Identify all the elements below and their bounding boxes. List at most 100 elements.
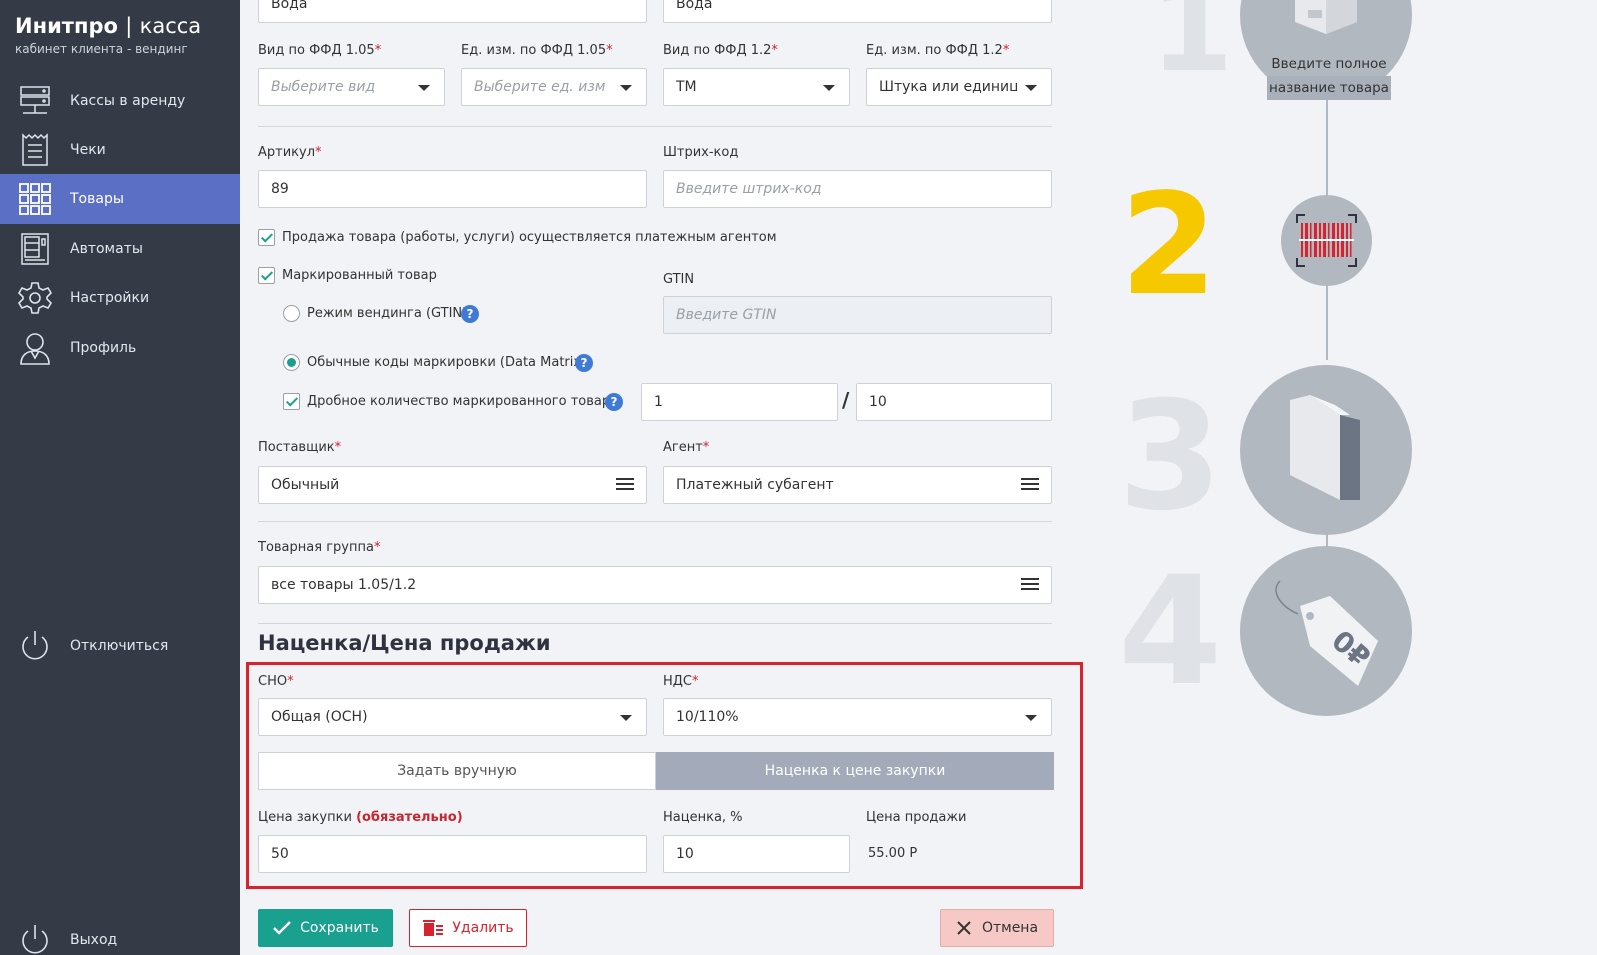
input-value: 89	[271, 181, 289, 197]
list-icon[interactable]	[1021, 478, 1039, 492]
product-full-name-input[interactable]: Вода	[663, 0, 1052, 23]
mode-manual-tab[interactable]: Задать вручную	[258, 752, 656, 790]
ffd12-unit-select[interactable]: Штука или единица	[866, 68, 1052, 106]
step-1-line-2: название товара	[1267, 76, 1391, 100]
product-name-input[interactable]: Вода	[258, 0, 647, 23]
help-icon[interactable]: ?	[461, 305, 479, 323]
sidebar-item-products[interactable]: Товары	[0, 174, 240, 224]
ffd105-unit-label: Ед. изм. по ФФД 1.05*	[461, 43, 613, 58]
picker-value: все товары 1.05/1.2	[271, 577, 417, 593]
check-icon	[273, 921, 292, 935]
divider	[258, 623, 1052, 624]
datamatrix-mode-label: Обычные коды маркировки (Data Matrix)	[307, 355, 587, 370]
brand-subtitle: кабинет клиента - вендинг	[15, 42, 188, 56]
sidebar: Инитпро | касса кабинет клиента - вендин…	[0, 0, 240, 955]
cancel-label: Отмена	[981, 920, 1039, 936]
fraction-denominator-input[interactable]: 10	[856, 383, 1052, 421]
help-icon[interactable]: ?	[605, 393, 623, 411]
ffd12-type-select[interactable]: ТМ	[663, 68, 850, 106]
save-label: Сохранить	[300, 920, 379, 936]
step-connector	[1326, 100, 1328, 200]
supplier-label: Поставщик*	[258, 440, 342, 455]
step-3-circle	[1240, 365, 1412, 535]
product-group-label: Товарная группа*	[258, 540, 381, 555]
list-icon[interactable]	[616, 478, 634, 492]
chevron-down-icon	[620, 715, 632, 721]
save-button[interactable]: Сохранить	[258, 909, 393, 947]
delete-button[interactable]: Удалить	[409, 909, 527, 947]
datamatrix-mode-radio[interactable]	[283, 354, 300, 371]
step-1-line-1: Введите полное	[1271, 56, 1387, 72]
fraction-numerator-input[interactable]: 1	[641, 383, 838, 421]
divider	[258, 126, 1052, 127]
power-icon	[16, 921, 54, 955]
sale-price-label: Цена продажи	[866, 810, 967, 825]
sno-label: СНО*	[258, 674, 294, 689]
barcode-input[interactable]: Введите штрих-код	[663, 170, 1052, 208]
folder-icon	[1290, 395, 1360, 500]
ffd105-unit-select[interactable]: Выберите ед. изм	[461, 68, 647, 106]
chevron-down-icon	[620, 85, 632, 91]
markup-input[interactable]: 10	[663, 835, 850, 873]
disconnect-label: Отключиться	[70, 638, 169, 654]
sno-select[interactable]: Общая (ОСН)	[258, 698, 647, 736]
agent-sale-label: Продажа товара (работы, услуги) осуществ…	[282, 230, 777, 245]
sidebar-item-settings[interactable]: Настройки	[0, 273, 240, 323]
step-number-3: 3	[1118, 370, 1223, 544]
sidebar-item-machines[interactable]: Автоматы	[0, 224, 240, 274]
marked-product-label: Маркированный товар	[282, 268, 437, 283]
picker-value: Обычный	[271, 477, 340, 493]
input-value: Вода	[676, 0, 713, 12]
agent-picker[interactable]: Платежный субагент	[663, 466, 1052, 504]
vending-mode-label: Режим вендинга (GTIN)	[307, 306, 468, 321]
supplier-picker[interactable]: Обычный	[258, 466, 647, 504]
sidebar-item-profile[interactable]: Профиль	[0, 323, 240, 373]
brand-name: Инитпро	[15, 14, 118, 38]
fraction-slash: /	[842, 388, 850, 412]
sale-price-value: 55.00 Р	[868, 846, 918, 861]
step-number-1: 1	[1150, 0, 1234, 99]
sidebar-item-label: Товары	[70, 191, 124, 207]
fractional-checkbox[interactable]	[283, 393, 300, 410]
input-placeholder: Введите штрих-код	[676, 181, 822, 197]
ffd12-type-label: Вид по ФФД 1.2*	[663, 43, 778, 58]
step-4-circle: 0₽	[1240, 546, 1412, 716]
fractional-label: Дробное количество маркированного товара	[307, 394, 619, 409]
sidebar-item-rent[interactable]: Кассы в аренду	[0, 76, 240, 126]
ffd105-type-select[interactable]: Выберите вид	[258, 68, 445, 106]
select-value: 10/110%	[676, 709, 739, 725]
list-icon[interactable]	[1021, 578, 1039, 592]
picker-value: Платежный субагент	[676, 477, 834, 493]
product-group-picker[interactable]: все товары 1.05/1.2	[258, 566, 1052, 604]
mode-markup-tab[interactable]: Наценка к цене закупки	[656, 752, 1054, 790]
logout-label: Выход	[70, 932, 118, 948]
chevron-down-icon	[418, 85, 430, 91]
sidebar-item-label: Чеки	[70, 142, 106, 158]
grid-icon	[16, 180, 54, 218]
article-input[interactable]: 89	[258, 170, 647, 208]
purchase-price-label: Цена закупки (обязательно)	[258, 810, 463, 825]
sidebar-item-label: Настройки	[70, 290, 150, 306]
marked-product-checkbox[interactable]	[258, 267, 275, 284]
gtin-input[interactable]: Введите GTIN	[663, 296, 1052, 334]
input-value: 50	[271, 846, 289, 862]
input-value: 10	[676, 846, 694, 862]
select-value: Общая (ОСН)	[271, 709, 368, 725]
logout-button[interactable]: Выход	[0, 915, 240, 955]
brand-logo[interactable]: Инитпро | касса кабинет клиента - вендин…	[15, 14, 201, 56]
agent-sale-checkbox[interactable]	[258, 229, 275, 246]
vending-mode-radio[interactable]	[283, 305, 300, 322]
sidebar-item-receipts[interactable]: Чеки	[0, 125, 240, 175]
cancel-button[interactable]: Отмена	[940, 909, 1054, 947]
select-value: ТМ	[676, 79, 697, 95]
barcode-label: Штрих-код	[663, 145, 739, 160]
divider	[258, 521, 1052, 522]
agent-label: Агент*	[663, 440, 710, 455]
help-icon[interactable]: ?	[575, 354, 593, 372]
chevron-down-icon	[1025, 85, 1037, 91]
input-placeholder: Введите GTIN	[676, 307, 777, 323]
nds-select[interactable]: 10/110%	[663, 698, 1052, 736]
disconnect-button[interactable]: Отключиться	[0, 621, 240, 671]
purchase-price-input[interactable]: 50	[258, 835, 647, 873]
step-2-circle	[1281, 195, 1372, 286]
